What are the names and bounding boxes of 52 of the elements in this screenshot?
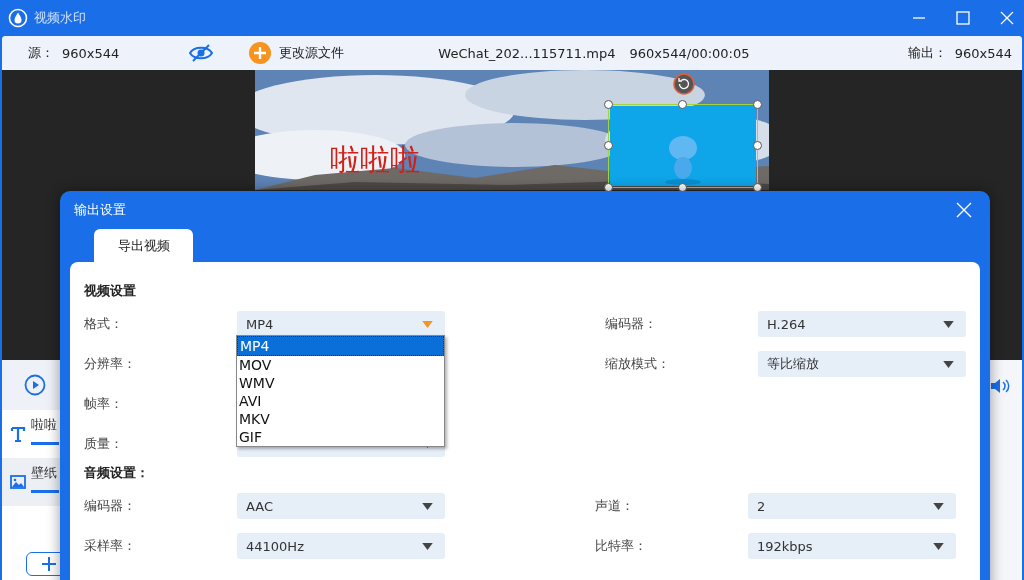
hidden-eye-icon[interactable] (189, 44, 214, 62)
dropdown-option[interactable]: MKV (237, 410, 444, 428)
dropdown-option[interactable]: MP4 (237, 336, 444, 356)
caret-icon (933, 542, 944, 550)
field-label: 格式： (84, 315, 124, 333)
window-title: 视频水印 (34, 9, 86, 27)
caret-icon (422, 502, 433, 510)
plus-icon (41, 556, 57, 572)
select-field[interactable]: MP4 (237, 311, 445, 337)
section-title: 音频设置： (84, 464, 150, 482)
output-size: 960x544 (954, 45, 1012, 61)
plus-icon (249, 42, 272, 64)
file-info: 960x544/00:00:05 (629, 45, 750, 61)
select-field[interactable]: 44100Hz (237, 533, 445, 559)
select-field[interactable]: H.264 (758, 311, 966, 337)
image-icon (10, 474, 26, 490)
source-label: 源： (28, 44, 54, 62)
field-label: 分辨率： (84, 355, 137, 373)
caret-icon (422, 542, 433, 550)
select-field[interactable]: 等比缩放 (758, 351, 966, 377)
dropdown-option[interactable]: MOV (237, 356, 444, 374)
field-label: 比特率： (595, 537, 648, 555)
section-title: 视频设置 (84, 282, 137, 300)
field-label: 缩放模式： (605, 355, 671, 373)
select-field[interactable]: AAC (237, 493, 445, 519)
field-label: 帧率： (84, 395, 124, 413)
field-label: 质量： (84, 435, 124, 453)
text-icon (10, 426, 26, 442)
close-icon[interactable] (1000, 11, 1014, 25)
change-source-button[interactable]: 更改源文件 (249, 42, 345, 64)
close-icon[interactable] (956, 202, 972, 218)
dropdown-option[interactable]: GIF (237, 428, 444, 446)
volume-icon[interactable] (990, 378, 1010, 394)
drop-icon (8, 8, 28, 28)
dialog-title: 输出设置 (74, 201, 126, 219)
select-field[interactable]: 192kbps (748, 533, 956, 559)
caret-icon (933, 502, 944, 510)
file-name: WeChat_202...115711.mp4 (438, 45, 616, 61)
maximize-icon[interactable] (956, 11, 970, 25)
caret-icon (943, 320, 954, 328)
field-label: 声道： (595, 497, 635, 515)
field-label: 编码器： (605, 315, 658, 333)
dropdown-option[interactable]: WMV (237, 374, 444, 392)
field-label: 编码器： (84, 497, 137, 515)
play-icon[interactable] (24, 374, 46, 396)
field-label: 采样率： (84, 537, 137, 555)
source-size: 960x544 (62, 45, 120, 61)
select-field[interactable]: 2 (748, 493, 956, 519)
tab[interactable]: 导出视频 (94, 229, 193, 262)
output-label: 输出： (907, 44, 947, 62)
dropdown-option[interactable]: AVI (237, 392, 444, 410)
caret-icon (422, 320, 433, 328)
